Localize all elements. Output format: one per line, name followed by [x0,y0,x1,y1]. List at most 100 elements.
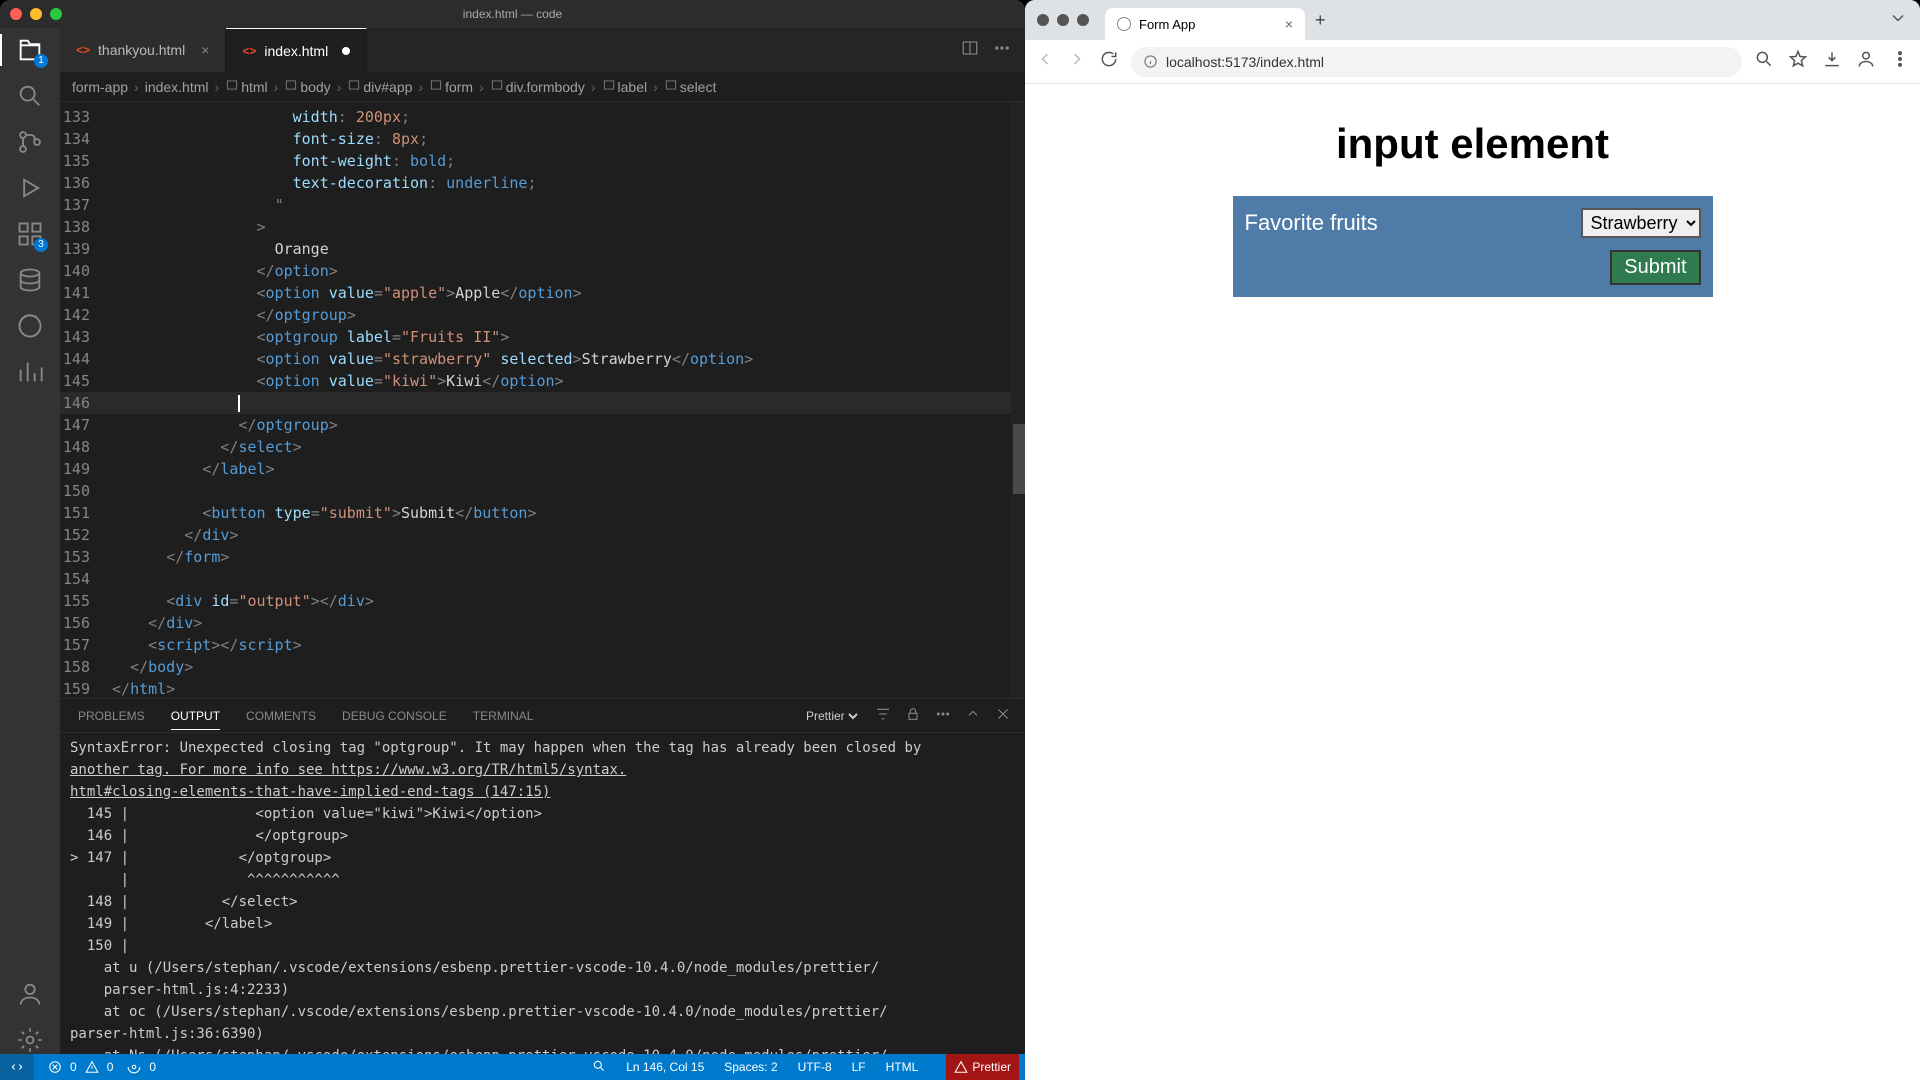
traffic-close[interactable] [10,8,22,20]
code-line[interactable]: 154 [60,568,1025,590]
code-line[interactable]: 143 <optgroup label="Fruits II"> [60,326,1025,348]
breadcrumb-item[interactable]: div.formbody [490,78,585,95]
code-line[interactable]: 144 <option value="strawberry" selected>… [60,348,1025,370]
gear-icon[interactable] [16,1026,44,1054]
status-cursor-pos[interactable]: Ln 146, Col 15 [626,1060,704,1074]
code-line[interactable]: 146 [60,392,1025,414]
database-icon[interactable] [16,266,44,294]
code-line[interactable]: 158 </body> [60,656,1025,678]
browser-traffic-close[interactable] [1037,14,1049,26]
code-line[interactable]: 156 </div> [60,612,1025,634]
code-line[interactable]: 135 font-weight: bold; [60,150,1025,172]
code-line[interactable]: 141 <option value="apple">Apple</option> [60,282,1025,304]
search-icon[interactable] [16,82,44,110]
split-editor-icon[interactable] [961,39,979,62]
code-line[interactable]: 145 <option value="kiwi">Kiwi</option> [60,370,1025,392]
code-line[interactable]: 134 font-size: 8px; [60,128,1025,150]
line-number: 144 [60,348,112,370]
tab-close-icon[interactable]: × [1285,16,1293,32]
breadcrumb-item[interactable]: index.html [145,79,209,95]
panel-tab[interactable]: OUTPUT [171,709,220,730]
status-ports[interactable]: 0 [127,1060,156,1074]
find-icon[interactable] [592,1059,606,1076]
panel-lock-icon[interactable] [905,706,921,725]
panel-tab[interactable]: TERMINAL [473,709,534,723]
panel-tab[interactable]: COMMENTS [246,709,316,723]
status-prettier[interactable]: Prettier [946,1054,1019,1080]
status-problems[interactable]: 0 0 [48,1060,113,1074]
forward-icon[interactable] [1067,49,1087,74]
code-line[interactable]: 153 </form> [60,546,1025,568]
menu-icon[interactable] [1890,49,1910,74]
address-bar[interactable]: localhost:5173/index.html [1131,47,1742,77]
editor-tab[interactable]: <>index.html [226,28,367,72]
download-icon[interactable] [1822,49,1842,74]
code-line[interactable]: 155 <div id="output"></div> [60,590,1025,612]
breadcrumb-item[interactable]: div#app [347,78,412,95]
output-panel[interactable]: SyntaxError: Unexpected closing tag "opt… [60,733,1025,1054]
panel-more-icon[interactable] [935,706,951,725]
breadcrumb[interactable]: form-app›index.html›html›body›div#app›fo… [60,72,1025,102]
scrollbar-thumb[interactable] [1013,424,1025,494]
chevron-down-icon[interactable] [1888,8,1908,33]
status-eol[interactable]: LF [852,1060,866,1074]
code-line[interactable]: 138 > [60,216,1025,238]
code-line[interactable]: 157 <script></script> [60,634,1025,656]
breadcrumb-item[interactable]: label [602,78,648,95]
panel-tab[interactable]: PROBLEMS [78,709,145,723]
reload-icon[interactable] [1099,49,1119,74]
fruits-select[interactable]: Strawberry [1581,208,1701,238]
close-icon[interactable]: × [201,42,209,58]
back-icon[interactable] [1035,49,1055,74]
profile-icon[interactable] [1856,49,1876,74]
breadcrumb-item[interactable]: html [225,78,267,95]
explorer-icon[interactable]: 1 [16,36,44,64]
status-language[interactable]: HTML [886,1060,919,1074]
run-debug-icon[interactable] [16,174,44,202]
code-line[interactable]: 133 width: 200px; [60,106,1025,128]
breadcrumb-item[interactable]: form-app [72,79,128,95]
traffic-minimize[interactable] [30,8,42,20]
editor-tab[interactable]: <>thankyou.html× [60,28,226,72]
code-line[interactable]: 150 [60,480,1025,502]
minimap[interactable] [1011,102,1025,698]
status-encoding[interactable]: UTF-8 [798,1060,832,1074]
panel-close-icon[interactable] [995,706,1011,725]
code-line[interactable]: 149 </label> [60,458,1025,480]
traffic-zoom[interactable] [50,8,62,20]
more-actions-icon[interactable] [993,39,1011,62]
code-line[interactable]: 139 Orange [60,238,1025,260]
source-control-icon[interactable] [16,128,44,156]
panel-maximize-icon[interactable] [965,706,981,725]
browser-traffic-zoom[interactable] [1077,14,1089,26]
panel-filter-icon[interactable] [875,706,891,725]
site-info-icon[interactable] [1143,54,1158,69]
output-channel-select[interactable]: Prettier [802,708,861,724]
code-line[interactable]: 147 </optgroup> [60,414,1025,436]
code-line[interactable]: 148 </select> [60,436,1025,458]
code-editor[interactable]: 133 width: 200px;134 font-size: 8px;135 … [60,102,1025,698]
code-line[interactable]: 151 <button type="submit">Submit</button… [60,502,1025,524]
submit-button[interactable]: Submit [1610,250,1700,285]
new-tab-button[interactable]: + [1315,10,1326,31]
code-line[interactable]: 140 </option> [60,260,1025,282]
extensions-icon[interactable]: 3 [16,220,44,248]
graph-icon[interactable] [16,358,44,386]
remote-indicator[interactable] [0,1054,34,1080]
zoom-icon[interactable] [1754,49,1774,74]
browser-traffic-min[interactable] [1057,14,1069,26]
code-line[interactable]: 137 " [60,194,1025,216]
breadcrumb-item[interactable]: select [664,78,717,95]
code-line[interactable]: 136 text-decoration: underline; [60,172,1025,194]
bookmark-icon[interactable] [1788,49,1808,74]
edge-icon[interactable] [16,312,44,340]
code-line[interactable]: 142 </optgroup> [60,304,1025,326]
browser-tab[interactable]: Form App × [1105,8,1305,40]
code-line[interactable]: 152 </div> [60,524,1025,546]
breadcrumb-item[interactable]: form [429,78,473,95]
code-line[interactable]: 159</html> [60,678,1025,698]
breadcrumb-item[interactable]: body [284,78,330,95]
panel-tab[interactable]: DEBUG CONSOLE [342,709,447,723]
account-icon[interactable] [16,980,44,1008]
status-indent[interactable]: Spaces: 2 [724,1060,777,1074]
